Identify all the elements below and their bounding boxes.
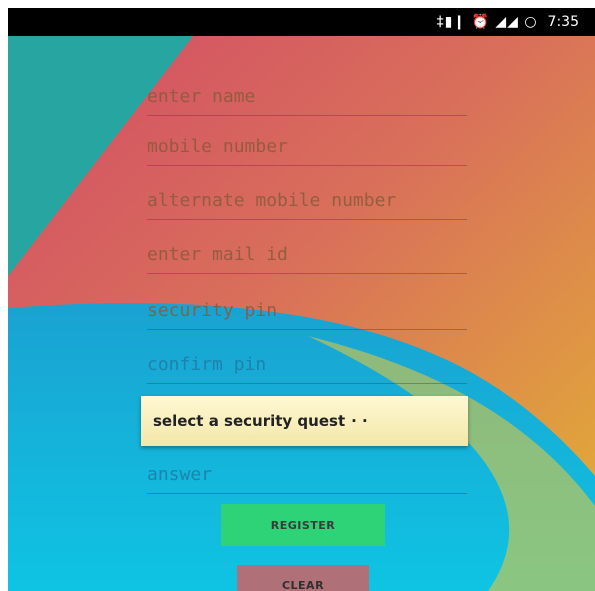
- status-bar: ‡▮❙ ⏰ ◢◢ ○ 7:35: [8, 8, 595, 36]
- security-question-select[interactable]: select a security quest · ·: [141, 396, 468, 446]
- status-time: 7:35: [547, 14, 579, 30]
- registration-form: enter name mobile number alternate mobil…: [8, 36, 595, 591]
- mail-id-field[interactable]: enter mail id: [147, 230, 467, 274]
- status-icons: ‡▮❙ ⏰ ◢◢ ○: [436, 14, 538, 30]
- phone-screen: ‡▮❙ ⏰ ◢◢ ○ 7:35 enter name mobile number: [8, 8, 595, 591]
- security-pin-field[interactable]: security pin: [147, 286, 467, 330]
- clear-button[interactable]: CLEAR: [237, 565, 369, 591]
- answer-hint: answer: [147, 464, 213, 485]
- alternate-mobile-field[interactable]: alternate mobile number: [147, 176, 467, 220]
- alternate-mobile-hint: alternate mobile number: [147, 190, 397, 211]
- name-field[interactable]: enter name: [147, 72, 467, 116]
- security-question-label: select a security quest: [153, 412, 346, 430]
- answer-field[interactable]: answer: [147, 450, 467, 494]
- register-button[interactable]: REGISTER: [221, 504, 385, 546]
- confirm-pin-hint: confirm pin: [147, 354, 267, 375]
- mail-id-hint: enter mail id: [147, 244, 288, 265]
- security-pin-hint: security pin: [147, 300, 278, 321]
- mobile-number-field[interactable]: mobile number: [147, 122, 467, 166]
- mobile-number-hint: mobile number: [147, 136, 288, 157]
- ellipsis-icon: · ·: [351, 412, 368, 430]
- confirm-pin-field[interactable]: confirm pin: [147, 340, 467, 384]
- name-hint: enter name: [147, 86, 256, 107]
